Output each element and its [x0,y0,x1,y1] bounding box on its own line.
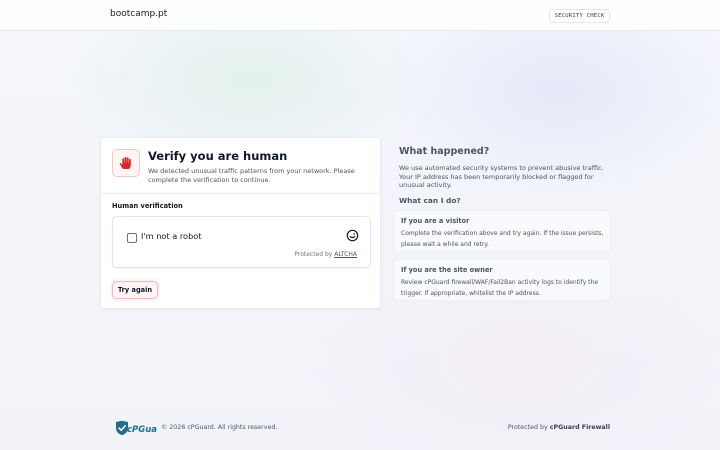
altcha-widget: I'm not a robot Protected by ALTCHA [112,216,371,268]
owner-text: Review cPGuard firewall/WAF/Fail2Ban act… [401,279,599,297]
site-domain: bootcamp.pt [110,9,168,19]
card-description: We detected unusual traffic patterns fro… [148,167,355,184]
altcha-link[interactable]: ALTCHA [334,251,357,258]
visitor-info-box: If you are a visitor Complete the verifi… [393,210,611,252]
not-a-robot-label[interactable]: I'm not a robot [141,231,202,241]
security-check-badge: SECURITY CHECK [549,9,610,23]
protected-by-altcha: Protected by ALTCHA [294,251,357,258]
what-can-i-do-title: What can I do? [399,196,461,205]
stop-hand-icon [112,149,140,177]
what-happened-text: We use automated security systems to pre… [399,164,604,190]
visitor-text: Complete the verification above and try … [401,230,604,248]
human-verification-label: Human verification [112,202,183,210]
owner-info-box: If you are the site owner Review cPGuard… [393,259,611,301]
visitor-title: If you are a visitor [401,217,470,225]
try-again-button[interactable]: Try again [112,281,158,299]
cpguard-logo-text: cPGuard [127,425,157,435]
card-title: Verify you are human [148,149,288,163]
footer-protected-prefix: Protected by [507,424,548,431]
protected-by-prefix: Protected by [294,251,333,258]
footer-protected-brand: cPGuard Firewall [549,424,610,431]
top-bar: bootcamp.pt SECURITY CHECK [0,0,720,31]
owner-title: If you are the site owner [401,266,493,274]
not-a-robot-checkbox[interactable] [127,233,137,243]
cpguard-logo: cPGuard [116,420,157,436]
copyright-text: © 2026 cPGuard. All rights reserved. [161,424,278,431]
what-happened-title: What happened? [399,146,490,157]
card-header: Verify you are human We detected unusual… [101,138,380,194]
verification-card: Verify you are human We detected unusual… [100,137,381,309]
altcha-logo-icon [346,229,359,242]
protected-by-cpguard: Protected by cPGuard Firewall [508,424,610,431]
